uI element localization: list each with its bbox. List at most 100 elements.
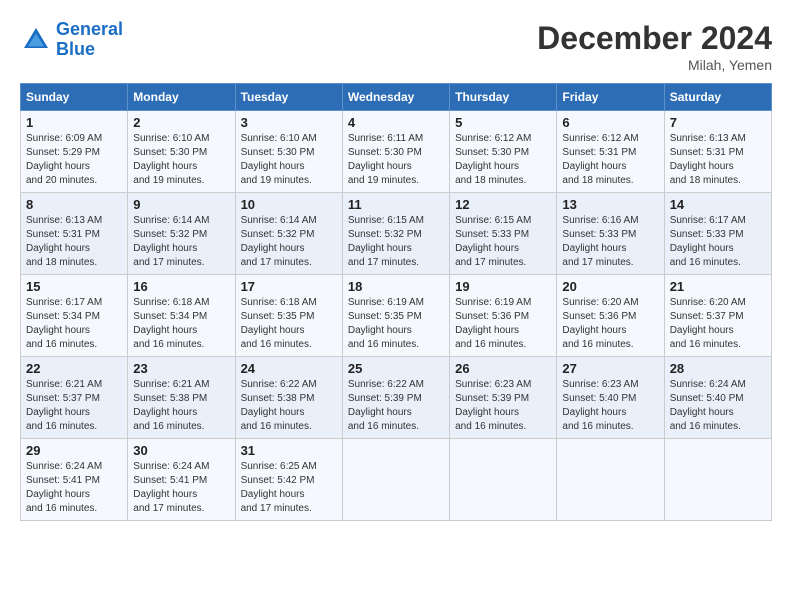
title-block: December 2024 Milah, Yemen: [537, 20, 772, 73]
day-info: Sunrise: 6:18 AM Sunset: 5:34 PM Dayligh…: [133, 296, 229, 352]
page-header: General Blue December 2024 Milah, Yemen: [20, 20, 772, 73]
calendar-cell: 12 Sunrise: 6:15 AM Sunset: 5:33 PM Dayl…: [450, 193, 557, 275]
calendar-body: 1 Sunrise: 6:09 AM Sunset: 5:29 PM Dayli…: [21, 111, 772, 521]
day-number: 9: [133, 197, 229, 212]
day-number: 10: [241, 197, 337, 212]
day-number: 15: [26, 279, 122, 294]
col-sunday: Sunday: [21, 84, 128, 111]
calendar-cell: 1 Sunrise: 6:09 AM Sunset: 5:29 PM Dayli…: [21, 111, 128, 193]
day-number: 3: [241, 115, 337, 130]
calendar-week-4: 22 Sunrise: 6:21 AM Sunset: 5:37 PM Dayl…: [21, 357, 772, 439]
day-number: 23: [133, 361, 229, 376]
day-info: Sunrise: 6:23 AM Sunset: 5:40 PM Dayligh…: [562, 378, 658, 434]
calendar-cell: 19 Sunrise: 6:19 AM Sunset: 5:36 PM Dayl…: [450, 275, 557, 357]
calendar-week-2: 8 Sunrise: 6:13 AM Sunset: 5:31 PM Dayli…: [21, 193, 772, 275]
day-number: 6: [562, 115, 658, 130]
calendar-cell: 17 Sunrise: 6:18 AM Sunset: 5:35 PM Dayl…: [235, 275, 342, 357]
day-number: 11: [348, 197, 444, 212]
calendar-week-1: 1 Sunrise: 6:09 AM Sunset: 5:29 PM Dayli…: [21, 111, 772, 193]
calendar-cell: 25 Sunrise: 6:22 AM Sunset: 5:39 PM Dayl…: [342, 357, 449, 439]
calendar-week-5: 29 Sunrise: 6:24 AM Sunset: 5:41 PM Dayl…: [21, 439, 772, 521]
calendar-cell: 18 Sunrise: 6:19 AM Sunset: 5:35 PM Dayl…: [342, 275, 449, 357]
calendar-cell: 9 Sunrise: 6:14 AM Sunset: 5:32 PM Dayli…: [128, 193, 235, 275]
day-info: Sunrise: 6:24 AM Sunset: 5:41 PM Dayligh…: [26, 460, 122, 516]
location: Milah, Yemen: [537, 57, 772, 73]
day-info: Sunrise: 6:19 AM Sunset: 5:35 PM Dayligh…: [348, 296, 444, 352]
calendar-cell: 5 Sunrise: 6:12 AM Sunset: 5:30 PM Dayli…: [450, 111, 557, 193]
calendar-cell: 28 Sunrise: 6:24 AM Sunset: 5:40 PM Dayl…: [664, 357, 771, 439]
day-info: Sunrise: 6:15 AM Sunset: 5:32 PM Dayligh…: [348, 214, 444, 270]
day-number: 13: [562, 197, 658, 212]
day-info: Sunrise: 6:18 AM Sunset: 5:35 PM Dayligh…: [241, 296, 337, 352]
day-number: 19: [455, 279, 551, 294]
logo-text: General Blue: [56, 20, 123, 60]
day-info: Sunrise: 6:14 AM Sunset: 5:32 PM Dayligh…: [133, 214, 229, 270]
calendar-cell: 26 Sunrise: 6:23 AM Sunset: 5:39 PM Dayl…: [450, 357, 557, 439]
calendar-cell: 3 Sunrise: 6:10 AM Sunset: 5:30 PM Dayli…: [235, 111, 342, 193]
day-number: 2: [133, 115, 229, 130]
calendar-cell: [557, 439, 664, 521]
day-number: 30: [133, 443, 229, 458]
calendar-cell: 24 Sunrise: 6:22 AM Sunset: 5:38 PM Dayl…: [235, 357, 342, 439]
day-info: Sunrise: 6:10 AM Sunset: 5:30 PM Dayligh…: [241, 132, 337, 188]
day-info: Sunrise: 6:14 AM Sunset: 5:32 PM Dayligh…: [241, 214, 337, 270]
day-info: Sunrise: 6:21 AM Sunset: 5:37 PM Dayligh…: [26, 378, 122, 434]
day-info: Sunrise: 6:15 AM Sunset: 5:33 PM Dayligh…: [455, 214, 551, 270]
day-number: 1: [26, 115, 122, 130]
col-thursday: Thursday: [450, 84, 557, 111]
calendar-cell: 15 Sunrise: 6:17 AM Sunset: 5:34 PM Dayl…: [21, 275, 128, 357]
day-number: 29: [26, 443, 122, 458]
calendar-header: Sunday Monday Tuesday Wednesday Thursday…: [21, 84, 772, 111]
calendar-cell: 6 Sunrise: 6:12 AM Sunset: 5:31 PM Dayli…: [557, 111, 664, 193]
calendar-cell: 2 Sunrise: 6:10 AM Sunset: 5:30 PM Dayli…: [128, 111, 235, 193]
calendar-cell: 10 Sunrise: 6:14 AM Sunset: 5:32 PM Dayl…: [235, 193, 342, 275]
day-info: Sunrise: 6:24 AM Sunset: 5:41 PM Dayligh…: [133, 460, 229, 516]
day-number: 26: [455, 361, 551, 376]
day-info: Sunrise: 6:17 AM Sunset: 5:34 PM Dayligh…: [26, 296, 122, 352]
day-number: 24: [241, 361, 337, 376]
day-info: Sunrise: 6:22 AM Sunset: 5:39 PM Dayligh…: [348, 378, 444, 434]
day-info: Sunrise: 6:20 AM Sunset: 5:36 PM Dayligh…: [562, 296, 658, 352]
calendar-cell: 29 Sunrise: 6:24 AM Sunset: 5:41 PM Dayl…: [21, 439, 128, 521]
day-info: Sunrise: 6:23 AM Sunset: 5:39 PM Dayligh…: [455, 378, 551, 434]
day-number: 21: [670, 279, 766, 294]
month-title: December 2024: [537, 20, 772, 57]
day-info: Sunrise: 6:22 AM Sunset: 5:38 PM Dayligh…: [241, 378, 337, 434]
day-info: Sunrise: 6:17 AM Sunset: 5:33 PM Dayligh…: [670, 214, 766, 270]
calendar-cell: 27 Sunrise: 6:23 AM Sunset: 5:40 PM Dayl…: [557, 357, 664, 439]
day-number: 14: [670, 197, 766, 212]
col-saturday: Saturday: [664, 84, 771, 111]
calendar-cell: 14 Sunrise: 6:17 AM Sunset: 5:33 PM Dayl…: [664, 193, 771, 275]
day-number: 8: [26, 197, 122, 212]
day-number: 20: [562, 279, 658, 294]
day-number: 7: [670, 115, 766, 130]
calendar-cell: [664, 439, 771, 521]
day-info: Sunrise: 6:09 AM Sunset: 5:29 PM Dayligh…: [26, 132, 122, 188]
day-number: 16: [133, 279, 229, 294]
day-info: Sunrise: 6:19 AM Sunset: 5:36 PM Dayligh…: [455, 296, 551, 352]
logo: General Blue: [20, 20, 123, 60]
day-info: Sunrise: 6:12 AM Sunset: 5:31 PM Dayligh…: [562, 132, 658, 188]
day-number: 27: [562, 361, 658, 376]
day-number: 5: [455, 115, 551, 130]
day-info: Sunrise: 6:20 AM Sunset: 5:37 PM Dayligh…: [670, 296, 766, 352]
day-info: Sunrise: 6:10 AM Sunset: 5:30 PM Dayligh…: [133, 132, 229, 188]
calendar-cell: 30 Sunrise: 6:24 AM Sunset: 5:41 PM Dayl…: [128, 439, 235, 521]
calendar-cell: [450, 439, 557, 521]
calendar-week-3: 15 Sunrise: 6:17 AM Sunset: 5:34 PM Dayl…: [21, 275, 772, 357]
calendar-cell: 23 Sunrise: 6:21 AM Sunset: 5:38 PM Dayl…: [128, 357, 235, 439]
day-info: Sunrise: 6:12 AM Sunset: 5:30 PM Dayligh…: [455, 132, 551, 188]
calendar-cell: [342, 439, 449, 521]
day-number: 31: [241, 443, 337, 458]
day-info: Sunrise: 6:24 AM Sunset: 5:40 PM Dayligh…: [670, 378, 766, 434]
header-row: Sunday Monday Tuesday Wednesday Thursday…: [21, 84, 772, 111]
calendar-cell: 7 Sunrise: 6:13 AM Sunset: 5:31 PM Dayli…: [664, 111, 771, 193]
calendar-cell: 16 Sunrise: 6:18 AM Sunset: 5:34 PM Dayl…: [128, 275, 235, 357]
calendar-cell: 22 Sunrise: 6:21 AM Sunset: 5:37 PM Dayl…: [21, 357, 128, 439]
day-info: Sunrise: 6:13 AM Sunset: 5:31 PM Dayligh…: [670, 132, 766, 188]
calendar-cell: 13 Sunrise: 6:16 AM Sunset: 5:33 PM Dayl…: [557, 193, 664, 275]
calendar-cell: 21 Sunrise: 6:20 AM Sunset: 5:37 PM Dayl…: [664, 275, 771, 357]
calendar-table: Sunday Monday Tuesday Wednesday Thursday…: [20, 83, 772, 521]
day-number: 28: [670, 361, 766, 376]
calendar-cell: 31 Sunrise: 6:25 AM Sunset: 5:42 PM Dayl…: [235, 439, 342, 521]
